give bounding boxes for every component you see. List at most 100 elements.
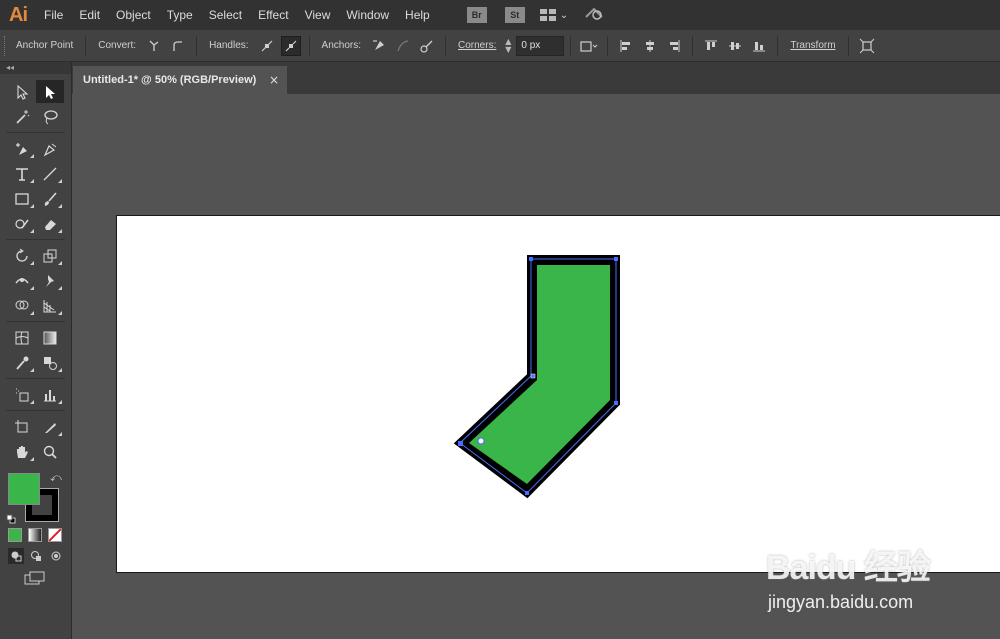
menu-select[interactable]: Select <box>201 0 250 30</box>
bridge-button[interactable]: Br <box>466 7 487 23</box>
zoom-tool[interactable] <box>36 440 64 463</box>
tool-mode-label: Anchor Point <box>16 40 74 51</box>
shape-builder-tool[interactable] <box>8 294 36 317</box>
menu-view[interactable]: View <box>297 0 339 30</box>
stock-button[interactable]: St <box>504 7 525 23</box>
anchor-point[interactable] <box>529 257 533 261</box>
connect-anchors-button[interactable] <box>393 36 413 56</box>
zoom-icon <box>43 445 57 459</box>
magic-wand-tool[interactable] <box>8 105 36 128</box>
curvature-tool[interactable] <box>36 137 64 160</box>
lasso-tool[interactable] <box>36 105 64 128</box>
align-center-button[interactable] <box>640 36 660 56</box>
anchor-point[interactable] <box>614 257 618 261</box>
sync-settings-icon[interactable] <box>584 5 604 25</box>
eraser-tool[interactable] <box>36 212 64 235</box>
symbol-sprayer-tool[interactable] <box>8 383 36 406</box>
line-segment-tool[interactable] <box>36 162 64 185</box>
mesh-tool[interactable] <box>8 326 36 349</box>
swap-fill-stroke-icon[interactable]: ⤺ <box>50 471 62 485</box>
selection-tool[interactable] <box>8 80 36 103</box>
align-to-button[interactable] <box>579 36 599 56</box>
menu-file[interactable]: File <box>36 0 71 30</box>
eyedropper-tool[interactable] <box>8 351 36 374</box>
convert-corner-icon <box>149 40 159 51</box>
panel-grip[interactable] <box>4 35 10 56</box>
menu-effect[interactable]: Effect <box>250 0 296 30</box>
corner-widget[interactable] <box>477 437 485 445</box>
paintbrush-tool[interactable] <box>36 187 64 210</box>
hide-handles-button[interactable] <box>280 35 301 56</box>
convert-label: Convert: <box>98 40 137 51</box>
direct-selection-tool[interactable] <box>36 80 64 103</box>
shaper-tool[interactable] <box>8 212 36 235</box>
cut-path-button[interactable] <box>417 36 437 56</box>
artwork <box>453 255 620 499</box>
align-left-button[interactable] <box>616 36 636 56</box>
align-top-button[interactable] <box>701 36 721 56</box>
convert-smooth-button[interactable] <box>168 36 188 56</box>
menu-window[interactable]: Window <box>338 0 397 30</box>
blend-tool[interactable] <box>36 351 64 374</box>
puppet-warp-tool[interactable] <box>36 269 64 292</box>
corners-spinner[interactable]: ▲ ▼ <box>502 36 514 56</box>
menu-type[interactable]: Type <box>159 0 201 30</box>
isolate-button[interactable] <box>857 36 877 56</box>
scale-tool[interactable] <box>36 244 64 267</box>
workspace-switcher[interactable]: ⌄ <box>539 9 568 21</box>
collapse-panel-icon[interactable]: ◂◂ <box>0 62 71 74</box>
anchor-point[interactable] <box>530 373 536 379</box>
align-bottom-button[interactable] <box>749 36 769 56</box>
convert-corner-button[interactable] <box>144 36 164 56</box>
default-colors-icon[interactable] <box>6 509 16 524</box>
canvas-area[interactable] <box>72 94 1000 639</box>
width-tool[interactable] <box>8 269 36 292</box>
column-graph-tool[interactable] <box>36 383 64 406</box>
shape-builder-icon <box>15 300 29 309</box>
draw-normal-icon[interactable] <box>8 548 24 564</box>
hand-tool[interactable] <box>8 440 36 463</box>
align-to-icon <box>580 40 598 52</box>
gradient-mode-button[interactable] <box>28 528 42 542</box>
corners-input[interactable]: 0 px <box>516 35 565 56</box>
color-mode-button[interactable] <box>8 528 22 542</box>
draw-behind-icon[interactable] <box>28 548 44 564</box>
anchor-point[interactable] <box>525 491 529 495</box>
rectangle-tool[interactable] <box>8 187 36 210</box>
draw-inside-icon[interactable] <box>48 548 64 564</box>
screen-mode-icon[interactable] <box>24 570 46 589</box>
fill-stroke-control: ⤺ <box>0 469 71 525</box>
rectangle-icon <box>15 192 29 205</box>
boot-shape-fill[interactable] <box>469 265 610 484</box>
pen-tool[interactable] <box>8 137 36 160</box>
corners-label[interactable]: Corners: <box>458 40 496 51</box>
type-tool[interactable] <box>8 162 36 185</box>
transform-link[interactable]: Transform <box>790 40 835 51</box>
fill-swatch[interactable] <box>8 473 40 505</box>
column-graph-icon <box>44 389 56 401</box>
eyedropper-icon <box>16 356 29 370</box>
none-mode-button[interactable] <box>48 528 62 542</box>
remove-anchor-button[interactable] <box>369 36 389 56</box>
align-middle-icon <box>729 41 742 50</box>
gradient-tool[interactable] <box>36 326 64 349</box>
menu-object[interactable]: Object <box>108 0 159 30</box>
anchors-label: Anchors: <box>321 40 361 51</box>
close-icon[interactable]: × <box>269 73 279 87</box>
document-tab[interactable]: Untitled-1* @ 50% (RGB/Preview) × <box>73 66 287 94</box>
menu-help[interactable]: Help <box>397 0 438 30</box>
align-right-button[interactable] <box>664 36 684 56</box>
show-handles-button[interactable] <box>257 36 277 56</box>
anchor-point[interactable] <box>458 441 463 446</box>
perspective-grid-tool[interactable] <box>36 294 64 317</box>
symbol-sprayer-icon <box>16 388 29 401</box>
artboard-tool[interactable] <box>8 415 36 438</box>
rotate-tool[interactable] <box>8 244 36 267</box>
slice-tool[interactable] <box>36 415 64 438</box>
menu-edit[interactable]: Edit <box>71 0 108 30</box>
control-bar: Anchor Point Convert: Handles: Anchors: … <box>0 30 1000 62</box>
align-middle-button[interactable] <box>725 36 745 56</box>
anchor-point[interactable] <box>614 401 618 405</box>
artboard[interactable] <box>116 215 1000 573</box>
align-top-icon <box>705 40 718 50</box>
